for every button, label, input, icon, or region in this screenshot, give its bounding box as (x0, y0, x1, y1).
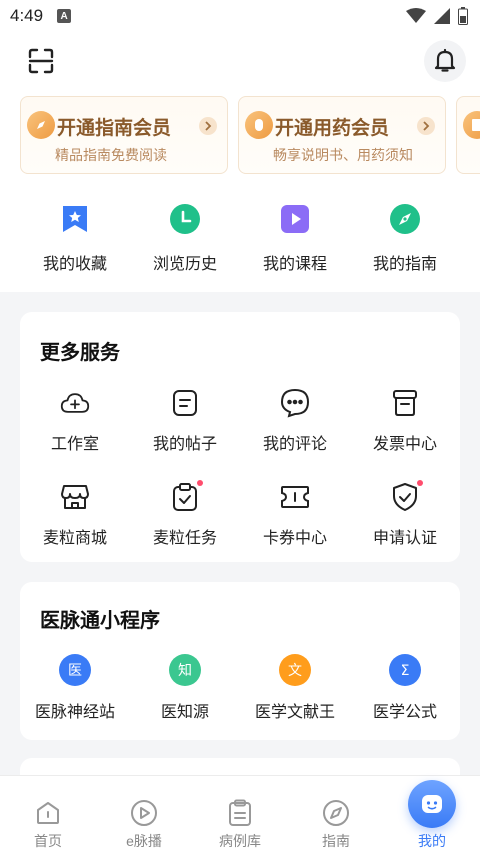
cloud-plus-icon (60, 388, 90, 418)
mini-program-formula[interactable]: Σ 医学公式 (350, 654, 460, 722)
quick-favorites[interactable]: 我的收藏 (20, 204, 130, 274)
service-label: 卡券中心 (262, 530, 327, 547)
post-icon (170, 388, 200, 418)
clipboard-icon (225, 798, 255, 828)
vip-card-title: 开通用药会员 (275, 118, 390, 139)
mini-program-yizhiyuan[interactable]: 知 医知源 (130, 654, 240, 722)
compass-icon (27, 111, 55, 139)
tab-mine[interactable]: 我的 (384, 776, 480, 853)
mini-program-literature[interactable]: 文 医学文献王 (240, 654, 350, 722)
service-tasks[interactable]: 麦粒任务 (130, 480, 240, 548)
neuro-station-icon: 医 (59, 654, 91, 686)
shield-check-icon (390, 480, 423, 512)
service-label: 工作室 (50, 436, 99, 453)
tab-label: e脉播 (126, 833, 162, 849)
service-mall[interactable]: 麦粒商城 (20, 482, 130, 548)
literature-king-icon: 文 (279, 654, 311, 686)
service-verification[interactable]: 申请认证 (350, 480, 460, 548)
status-bar: 4:49 A (0, 0, 480, 32)
quick-label: 我的课程 (262, 256, 327, 273)
svg-text:医: 医 (68, 663, 82, 679)
mini-program-label: 医知源 (160, 704, 209, 721)
bell-icon (434, 48, 456, 72)
notification-dot (417, 480, 423, 486)
clock-icon (170, 204, 200, 234)
service-my-comments[interactable]: 我的评论 (240, 388, 350, 454)
mini-program-label: 医学公式 (372, 704, 437, 721)
mini-program-label: 医学文献王 (254, 704, 335, 721)
tab-label: 病例库 (219, 833, 261, 849)
comment-icon (280, 388, 310, 418)
compass-tab-icon (321, 798, 351, 828)
service-label: 申请认证 (372, 530, 437, 547)
pill-icon (245, 111, 273, 139)
quick-label: 我的收藏 (42, 256, 107, 273)
vip-card-subtitle: 精品指南免费阅读 (55, 147, 167, 163)
service-studio[interactable]: 工作室 (20, 388, 130, 454)
vip-card-subtitle: 畅享说明书、用药须知 (273, 147, 413, 163)
svg-text:Σ: Σ (401, 663, 410, 679)
quick-history[interactable]: 浏览历史 (130, 204, 240, 274)
scan-button[interactable] (24, 44, 58, 78)
coupon-icon (280, 482, 310, 512)
chevron-right-icon (199, 117, 217, 135)
vip-card-medication[interactable]: 开通用药会员 畅享说明书、用药须知 (238, 96, 446, 174)
yizhiyuan-icon: 知 (169, 654, 201, 686)
svg-text:知: 知 (178, 662, 192, 679)
signal-icon (434, 8, 450, 24)
tab-home[interactable]: 首页 (0, 776, 96, 853)
mini-program-label: 医脉神经站 (34, 704, 115, 721)
quick-label: 我的指南 (372, 256, 437, 273)
tab-label: 我的 (418, 833, 446, 849)
service-label: 麦粒商城 (42, 530, 107, 547)
compass-icon (390, 204, 420, 234)
status-time: 4:49 (10, 6, 44, 25)
home-icon (33, 798, 63, 828)
formula-icon: Σ (389, 654, 421, 686)
status-icons (406, 7, 468, 25)
section-title: 更多服务 (40, 342, 120, 364)
service-label: 我的帖子 (152, 436, 217, 453)
profile-header-section: 开通指南会员 精品指南免费阅读 开通用药会员 畅享说明书、用药须知 我的收藏 浏… (0, 92, 480, 292)
svg-text:文: 文 (288, 663, 302, 679)
service-label: 麦粒任务 (152, 530, 217, 547)
task-clipboard-icon (170, 480, 203, 512)
shop-icon (60, 482, 90, 512)
notification-dot (197, 480, 203, 486)
tab-label: 指南 (322, 833, 350, 849)
tab-guide[interactable]: 指南 (288, 776, 384, 853)
top-bar (0, 32, 480, 92)
chevron-right-icon (417, 117, 435, 135)
notification-button[interactable] (424, 40, 466, 82)
service-my-posts[interactable]: 我的帖子 (130, 388, 240, 454)
tab-case-library[interactable]: 病例库 (192, 776, 288, 853)
vip-card-title: 开通指南会员 (57, 118, 172, 139)
invoice-icon (390, 388, 420, 418)
quick-label: 浏览历史 (152, 256, 217, 273)
notification-badge: A (57, 9, 72, 23)
wifi-icon (406, 8, 426, 23)
service-label: 发票中心 (372, 436, 437, 453)
scan-icon (28, 48, 54, 74)
play-icon (280, 204, 310, 234)
service-label: 我的评论 (262, 436, 327, 453)
section-title: 医脉通小程序 (40, 610, 160, 632)
service-coupons[interactable]: 卡券中心 (240, 482, 350, 548)
bookmark-star-icon (60, 204, 90, 234)
play-circle-icon (129, 798, 159, 828)
mini-programs-card: 医脉通小程序 医 医脉神经站 知 医知源 文 医学文献王 Σ 医学公式 (20, 582, 460, 740)
mini-program-neuro[interactable]: 医 医脉神经站 (20, 654, 130, 722)
quick-courses[interactable]: 我的课程 (240, 204, 350, 274)
service-invoice-center[interactable]: 发票中心 (350, 388, 460, 454)
bottom-tab-bar: 首页 e脉播 病例库 指南 我的 (0, 775, 480, 853)
quick-guides[interactable]: 我的指南 (350, 204, 460, 274)
book-icon (463, 111, 480, 139)
vip-card-more[interactable] (456, 96, 480, 174)
tab-label: 首页 (34, 833, 62, 849)
more-services-card: 更多服务 工作室 我的帖子 我的评论 发票中心 麦粒商城 麦粒任务 卡券中心 申… (20, 312, 460, 562)
tab-emaibo[interactable]: e脉播 (96, 776, 192, 853)
vip-card-guide[interactable]: 开通指南会员 精品指南免费阅读 (20, 96, 228, 174)
battery-icon (458, 7, 468, 25)
profile-face-icon (408, 780, 456, 828)
